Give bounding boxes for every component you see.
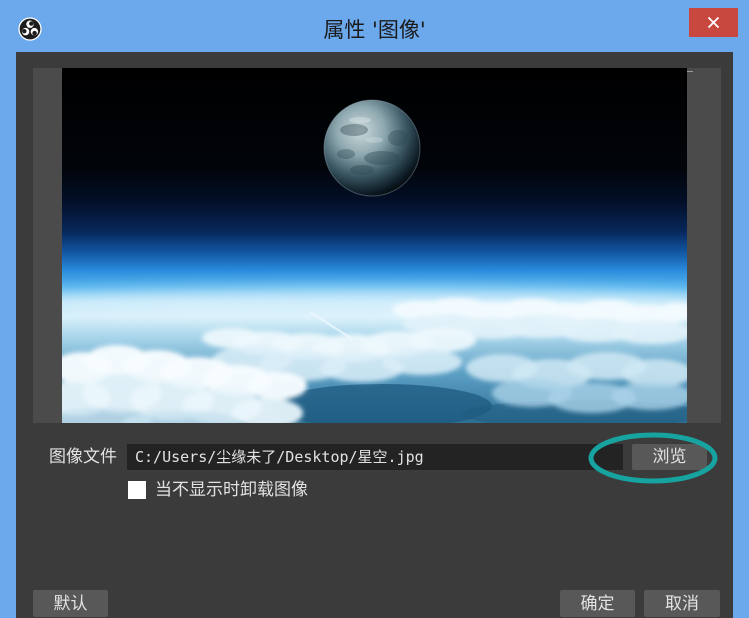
planet-texture <box>388 130 408 146</box>
unload-when-hidden-checkbox[interactable] <box>128 481 146 499</box>
dialog-body: 图像文件 浏览 当不显示时卸载图像 默认 确定 取消 <box>16 52 733 618</box>
planet-texture <box>365 137 383 143</box>
cloud-puff <box>408 328 476 352</box>
preview-panel <box>33 68 721 423</box>
planet-texture <box>350 165 374 175</box>
defaults-button[interactable]: 默认 <box>33 590 108 617</box>
title-bar[interactable]: 属性 '图像' <box>0 0 749 52</box>
planet-texture <box>340 124 368 136</box>
close-icon <box>707 16 720 29</box>
dialog-window: 属性 '图像' 图像文件 C:/Users/尘缘未了/Desktop/星空.jp… <box>0 0 749 618</box>
obs-logo-hole <box>22 29 27 34</box>
unload-when-hidden-label[interactable]: 当不显示时卸载图像 <box>155 477 308 503</box>
ok-button[interactable]: 确定 <box>560 590 635 617</box>
preview-image <box>62 68 687 423</box>
planet-texture <box>364 151 400 165</box>
cloud-puff <box>247 372 307 400</box>
obs-logo-hole <box>32 30 37 36</box>
window-title: 属性 '图像' <box>323 18 426 42</box>
file-path-input[interactable] <box>127 444 623 470</box>
close-icon-cross <box>707 16 720 29</box>
browse-button[interactable]: 浏览 <box>632 444 707 470</box>
obs-logo-hole <box>29 21 34 26</box>
cloud-puff <box>382 349 462 375</box>
close-button[interactable] <box>689 8 738 37</box>
preview-corner-mark <box>687 71 693 72</box>
obs-logo-icon <box>18 17 42 41</box>
planet-texture <box>337 149 355 159</box>
file-path-label: 图像文件 <box>49 447 117 467</box>
cancel-button[interactable]: 取消 <box>644 590 720 617</box>
planet-texture <box>349 117 371 123</box>
